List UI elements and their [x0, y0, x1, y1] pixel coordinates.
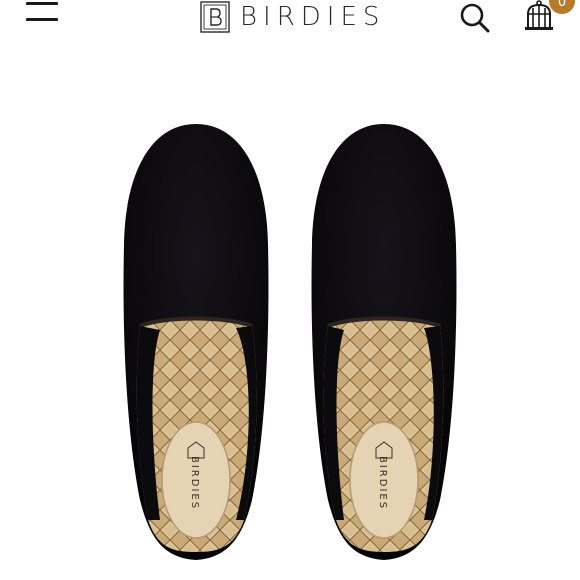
brand-name: BIRDIES [240, 2, 386, 32]
menu-button[interactable] [26, 0, 60, 26]
right-loafer: BIRDIES [311, 124, 457, 560]
birdcage-logo-icon [200, 1, 230, 33]
menu-icon-line-bottom [26, 18, 58, 21]
product-image[interactable]: BIRDIES BIRDIES [0, 40, 580, 580]
menu-icon-line-top [26, 2, 58, 5]
search-icon [460, 3, 490, 33]
left-insole-brand: BIRDIES [189, 456, 200, 510]
site-header: BIRDIES 0 [0, 0, 580, 40]
left-loafer: BIRDIES [123, 124, 269, 560]
right-insole-brand: BIRDIES [377, 456, 388, 510]
brand-logo[interactable]: BIRDIES [200, 0, 385, 34]
product-page: BIRDIES 0 BIRDIES BIRDIES [0, 0, 580, 580]
velvet-loafers-photo: BIRDIES BIRDIES [123, 124, 457, 560]
search-button[interactable] [458, 2, 492, 34]
